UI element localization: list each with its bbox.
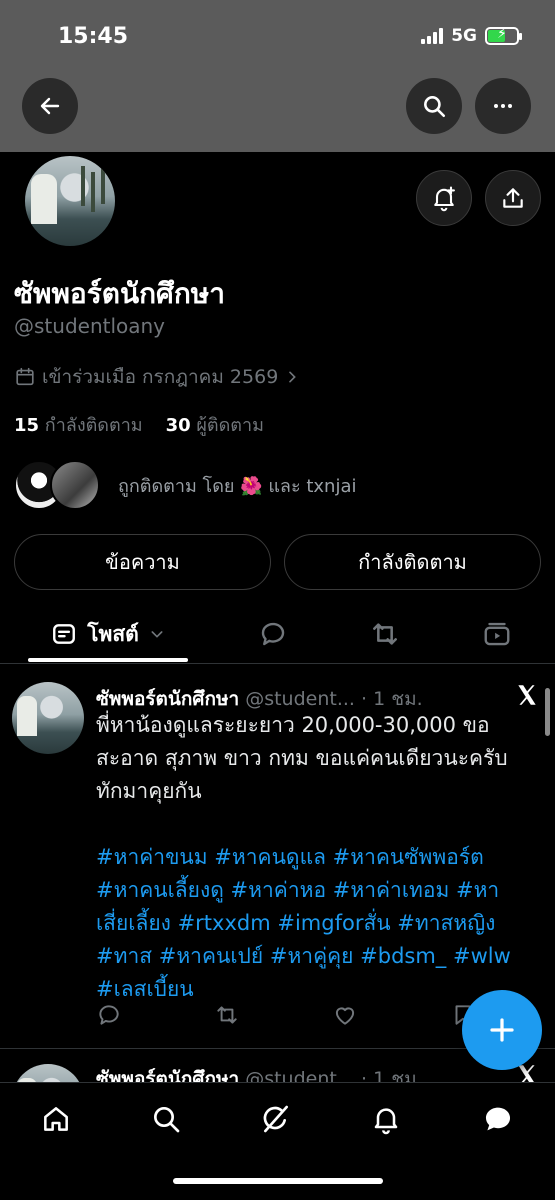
post-body: พี่หาน้องดูแลระยะยาว 20,000-30,000 ขอ สะ…	[96, 709, 536, 1006]
follower-avatar	[50, 460, 100, 510]
follow-stats: 15 กำลังติดตาม 30 ผู้ติดตาม	[14, 410, 264, 439]
reply-icon[interactable]	[96, 1002, 122, 1028]
profile-tabs: โพสต์	[0, 604, 555, 664]
grok-icon	[263, 1105, 288, 1133]
following-button[interactable]: กำลังติดตาม	[284, 534, 541, 590]
compose-plus-icon	[490, 1018, 514, 1042]
hashtag-line[interactable]: #หาคนเลี้ยงดู #หาค่าหอ #หาค่าเทอม #หา	[96, 874, 536, 907]
nav-grok[interactable]	[256, 1099, 296, 1139]
explore-icon	[154, 1107, 180, 1133]
post-meta: @student... · 1 ชม.	[245, 688, 423, 710]
search-icon	[424, 96, 446, 118]
posts-icon	[53, 624, 76, 644]
post-actions	[96, 1002, 476, 1028]
hashtag-line[interactable]: #หาค่าขนม #หาคนดูแล #หาคนซัพพอร์ต	[96, 841, 536, 874]
followers-label: ผู้ติดตาม	[196, 415, 264, 436]
followers-count: 30	[165, 415, 191, 436]
message-button[interactable]: ข้อความ	[14, 534, 271, 590]
nav-notifications[interactable]	[366, 1099, 406, 1139]
notifications-icon	[374, 1108, 398, 1135]
post-author-name[interactable]: ซัพพอร์ตนักศึกษา	[96, 688, 239, 710]
share-button[interactable]	[485, 170, 541, 226]
search-button[interactable]	[406, 78, 462, 134]
home-indicator	[173, 1178, 383, 1184]
signal-icon	[421, 28, 444, 44]
back-arrow-icon	[40, 97, 60, 115]
profile-banner	[0, 0, 555, 152]
following-count: 15	[14, 415, 40, 436]
tab-reposts[interactable]	[360, 604, 410, 664]
post-text-line: พี่หาน้องดูแลระยะยาว 20,000-30,000 ขอ	[96, 713, 490, 737]
hashtag-line[interactable]: เสี่ยเลี้ยง #rtxxdm #imgforสั่น #ทาสหญิง	[96, 907, 536, 940]
like-icon[interactable]	[332, 1002, 358, 1028]
home-icon	[44, 1107, 68, 1131]
followers-link[interactable]: 30 ผู้ติดตาม	[166, 415, 264, 436]
profile-avatar[interactable]	[22, 153, 118, 249]
notify-button[interactable]	[416, 170, 472, 226]
x-logo-icon	[518, 685, 536, 705]
media-icon	[484, 622, 510, 646]
tab-media[interactable]	[472, 604, 522, 664]
post-text-line: ทักมาคุยกัน	[96, 779, 202, 803]
post-text-line: สะอาด สุภาพ ขาว กทม ขอแค่คนเดียวนะครับ	[96, 746, 508, 770]
messages-icon	[485, 1107, 511, 1131]
chevron-right-icon	[289, 371, 297, 383]
status-icons: 5G ⚡	[421, 26, 522, 46]
nav-messages[interactable]	[478, 1099, 518, 1139]
following-label: กำลังติดตาม	[44, 415, 143, 436]
share-icon	[503, 188, 523, 208]
profile-handle: @studentloany	[14, 314, 166, 338]
compose-button[interactable]	[462, 990, 542, 1070]
profile-name: ซัพพอร์ตนักศึกษา	[14, 277, 225, 310]
network-label: 5G	[451, 26, 477, 46]
repost-icon[interactable]	[214, 1002, 240, 1028]
post-avatar[interactable]	[12, 682, 84, 754]
tab-replies[interactable]	[248, 604, 298, 664]
repost-icon	[373, 623, 397, 645]
notification-bell-icon	[434, 186, 455, 212]
chevron-down-icon	[151, 631, 163, 638]
nav-explore[interactable]	[146, 1099, 186, 1139]
back-button[interactable]	[22, 78, 78, 134]
tab-active-indicator	[28, 658, 188, 662]
nav-home[interactable]	[36, 1099, 76, 1139]
followed-by[interactable]: ถูกติดตาม โดย 🌺 และ txnjai	[14, 460, 357, 510]
joined-date[interactable]: เข้าร่วมเมือ กรกฎาคม 2569	[14, 362, 300, 392]
more-button[interactable]	[475, 78, 531, 134]
scrollbar[interactable]	[545, 688, 550, 736]
reply-icon	[261, 622, 285, 646]
post-hashtags[interactable]: #หาค่าขนม #หาคนดูแล #หาคนซัพพอร์ต #หาคนเ…	[96, 841, 536, 1006]
following-link[interactable]: 15 กำลังติดตาม	[14, 415, 143, 436]
status-time: 15:45	[58, 24, 129, 49]
battery-icon: ⚡	[485, 26, 522, 45]
tab-posts[interactable]: โพสต์	[28, 604, 188, 664]
followed-by-text: ถูกติดตาม โดย 🌺 และ txnjai	[118, 475, 357, 497]
calendar-icon	[16, 367, 34, 386]
hashtag-line[interactable]: #ทาส #หาคนเปย์ #หาคู่คุย #bdsm_ #wlw	[96, 940, 536, 973]
tab-posts-label: โพสต์	[87, 621, 139, 646]
more-icon	[494, 104, 512, 108]
joined-label: เข้าร่วมเมือ กรกฎาคม 2569	[42, 366, 279, 388]
